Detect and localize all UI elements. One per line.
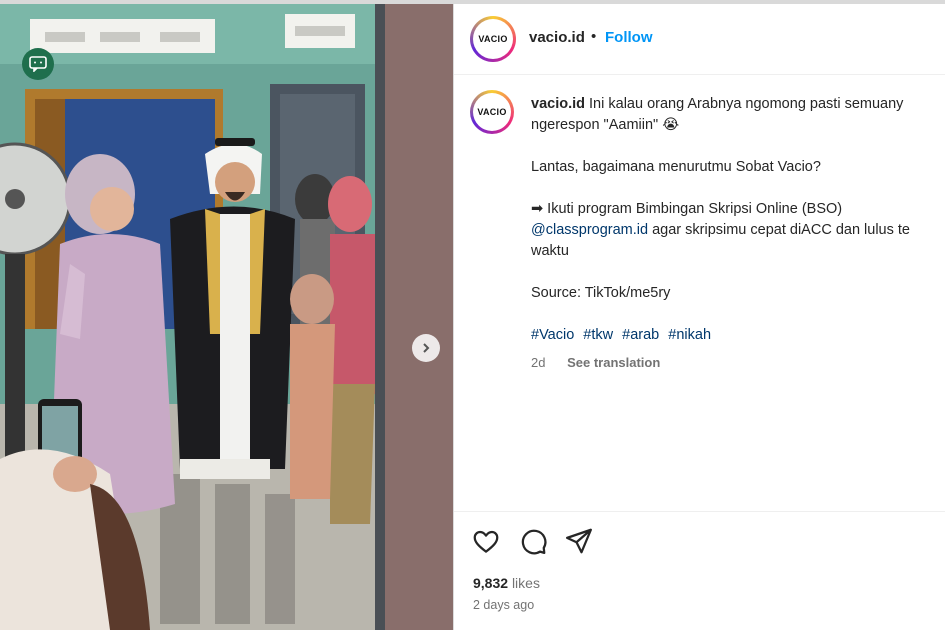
hashtag-link[interactable]: #arab xyxy=(622,327,659,343)
hashtag-link[interactable]: #nikah xyxy=(668,327,711,343)
caption-program-cont: agar skripsimu cepat diACC dan lulus te xyxy=(648,222,910,238)
like-button[interactable] xyxy=(471,526,501,556)
avatar-logo: VACIO xyxy=(478,34,508,44)
caption-line-1: Ini kalau orang Arabnya ngomong pasti se… xyxy=(589,96,904,112)
likes-number: 9,832 xyxy=(473,575,509,591)
post-caption: vacio.id Ini kalau orang Arabnya ngomong… xyxy=(531,94,945,373)
mention-link[interactable]: @classprogram.id xyxy=(531,222,648,238)
caption-avatar-logo: VACIO xyxy=(477,107,507,117)
caption-question: Lantas, bagaimana menurutmu Sobat Vacio? xyxy=(531,159,821,175)
post-header: VACIO vacio.id • Follow xyxy=(454,4,945,75)
likes-word: likes xyxy=(511,575,540,591)
comment-button[interactable] xyxy=(518,526,548,556)
caption-program-end: waktu xyxy=(531,243,569,259)
hashtag-link[interactable]: #Vacio xyxy=(531,327,574,343)
caption-meta: 2d See translation xyxy=(531,352,945,373)
heart-icon xyxy=(471,530,501,560)
likes-count[interactable]: 9,832 likes xyxy=(473,575,540,591)
caption-source: Source: TikTok/me5ry xyxy=(531,285,671,301)
post-age[interactable]: 2d xyxy=(531,355,545,370)
speech-bubble-icon[interactable] xyxy=(22,48,54,80)
comment-icon xyxy=(518,529,548,560)
separator-dot: • xyxy=(591,28,597,45)
see-translation-link[interactable]: See translation xyxy=(567,355,660,370)
actions-divider xyxy=(454,511,945,512)
post-media[interactable] xyxy=(0,4,453,630)
share-button[interactable] xyxy=(564,526,594,556)
caption-program: ➡ Ikuti program Bimbingan Skripsi Online… xyxy=(531,201,843,217)
caption-line-2: ngerespon "Aamiin" 😭 xyxy=(531,117,680,133)
avatar[interactable]: VACIO xyxy=(470,16,516,62)
send-icon xyxy=(564,528,594,560)
next-media-button[interactable] xyxy=(412,334,440,362)
caption-avatar[interactable]: VACIO xyxy=(470,90,514,134)
chevron-right-icon xyxy=(420,342,432,354)
hashtags: #Vacio #tkw #arab #nikah xyxy=(531,325,945,346)
media-scene xyxy=(0,4,453,630)
follow-button[interactable]: Follow xyxy=(605,29,653,46)
post-timestamp[interactable]: 2 days ago xyxy=(473,598,534,612)
header-username[interactable]: vacio.id xyxy=(529,29,585,46)
caption-username[interactable]: vacio.id xyxy=(531,96,585,112)
hashtag-link[interactable]: #tkw xyxy=(583,327,613,343)
post-sidebar: VACIO vacio.id • Follow VACIO vacio.id I… xyxy=(454,4,945,630)
